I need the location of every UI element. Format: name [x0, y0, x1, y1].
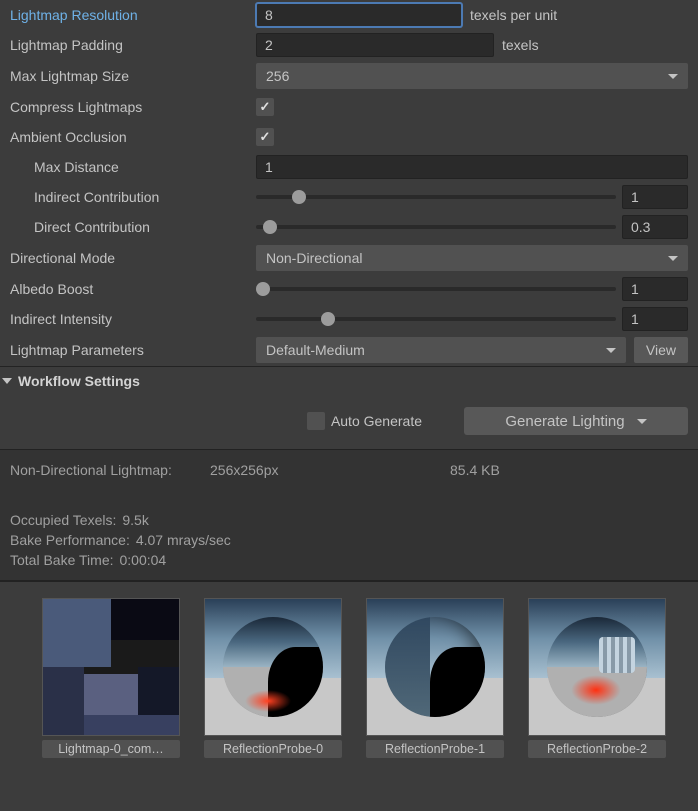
max-lightmap-size-dropdown[interactable]: 256 — [256, 63, 688, 89]
generate-lighting-label: Generate Lighting — [505, 413, 624, 430]
thumbnail-reflectionprobe-0[interactable]: ReflectionProbe-0 — [204, 598, 342, 758]
reflectionprobe-preview-icon — [204, 598, 342, 736]
reflectionprobe-preview-icon — [366, 598, 504, 736]
thumbnail-label: ReflectionProbe-2 — [528, 740, 666, 758]
foldout-down-icon — [2, 378, 12, 384]
lightmap-filesize: 85.4 KB — [450, 462, 500, 478]
workflow-settings-header[interactable]: Workflow Settings — [0, 366, 698, 395]
ambient-occlusion-checkbox[interactable] — [256, 128, 274, 146]
albedo-boost-slider[interactable] — [256, 278, 616, 300]
thumbnail-label: ReflectionProbe-0 — [204, 740, 342, 758]
direct-contribution-value[interactable] — [622, 215, 688, 239]
direct-contribution-slider[interactable] — [256, 216, 616, 238]
thumbnail-label: ReflectionProbe-1 — [366, 740, 504, 758]
max-lightmap-size-value: 256 — [266, 68, 289, 84]
occupied-texels-label: Occupied Texels: — [10, 512, 116, 528]
view-button[interactable]: View — [634, 337, 688, 363]
indirect-contribution-label: Indirect Contribution — [10, 189, 248, 205]
lightmap-resolution-input[interactable] — [256, 3, 462, 27]
indirect-contribution-slider[interactable] — [256, 186, 616, 208]
slider-thumb-icon[interactable] — [321, 312, 335, 326]
generate-lighting-button[interactable]: Generate Lighting — [464, 407, 688, 435]
indirect-intensity-label: Indirect Intensity — [10, 311, 248, 327]
total-bake-time-label: Total Bake Time: — [10, 552, 114, 568]
max-lightmap-size-label: Max Lightmap Size — [10, 68, 248, 84]
albedo-boost-label: Albedo Boost — [10, 281, 248, 297]
indirect-intensity-slider[interactable] — [256, 308, 616, 330]
total-bake-time: 0:00:04 — [120, 552, 167, 568]
chevron-down-icon — [637, 419, 647, 424]
lightmap-padding-label: Lightmap Padding — [10, 37, 248, 53]
directional-mode-label: Directional Mode — [10, 250, 248, 266]
lightmap-type-label: Non-Directional Lightmap: — [10, 462, 210, 478]
slider-thumb-icon[interactable] — [292, 190, 306, 204]
occupied-texels: 9.5k — [122, 512, 148, 528]
lightmap-preview-icon — [42, 598, 180, 736]
chevron-down-icon — [668, 74, 678, 79]
bake-performance-label: Bake Performance: — [10, 532, 130, 548]
thumbnail-reflectionprobe-1[interactable]: ReflectionProbe-1 — [366, 598, 504, 758]
indirect-intensity-value[interactable] — [622, 307, 688, 331]
lightmap-parameters-value: Default-Medium — [266, 342, 365, 358]
auto-generate-label: Auto Generate — [331, 413, 422, 429]
thumbnail-reflectionprobe-2[interactable]: ReflectionProbe-2 — [528, 598, 666, 758]
chevron-down-icon — [606, 348, 616, 353]
bake-performance: 4.07 mrays/sec — [136, 532, 231, 548]
thumbnail-label: Lightmap-0_com… — [42, 740, 180, 758]
slider-thumb-icon[interactable] — [263, 220, 277, 234]
lightmap-size: 256x256px — [210, 462, 450, 478]
lightmap-parameters-dropdown[interactable]: Default-Medium — [256, 337, 626, 363]
thumbnail-lightmap[interactable]: Lightmap-0_com… — [42, 598, 180, 758]
indirect-contribution-value[interactable] — [622, 185, 688, 209]
slider-thumb-icon[interactable] — [256, 282, 270, 296]
max-distance-label: Max Distance — [10, 159, 248, 175]
directional-mode-value: Non-Directional — [266, 250, 362, 266]
albedo-boost-value[interactable] — [622, 277, 688, 301]
direct-contribution-label: Direct Contribution — [10, 219, 248, 235]
lightmap-resolution-unit: texels per unit — [470, 7, 557, 23]
workflow-settings-title: Workflow Settings — [18, 373, 140, 389]
lightmap-padding-unit: texels — [502, 37, 539, 53]
reflectionprobe-preview-icon — [528, 598, 666, 736]
directional-mode-dropdown[interactable]: Non-Directional — [256, 245, 688, 271]
thumbnails-row: Lightmap-0_com… ReflectionProbe-0 Reflec… — [0, 581, 698, 758]
ambient-occlusion-label: Ambient Occlusion — [10, 129, 248, 145]
lightmap-padding-input[interactable] — [256, 33, 494, 57]
chevron-down-icon — [668, 256, 678, 261]
compress-lightmaps-checkbox[interactable] — [256, 98, 274, 116]
compress-lightmaps-label: Compress Lightmaps — [10, 99, 248, 115]
max-distance-input[interactable] — [256, 155, 688, 179]
lightmap-parameters-label: Lightmap Parameters — [10, 342, 248, 358]
stats-block: Non-Directional Lightmap: 256x256px 85.4… — [0, 449, 698, 581]
lightmap-resolution-label: Lightmap Resolution — [10, 7, 248, 23]
auto-generate-checkbox[interactable] — [307, 412, 325, 430]
